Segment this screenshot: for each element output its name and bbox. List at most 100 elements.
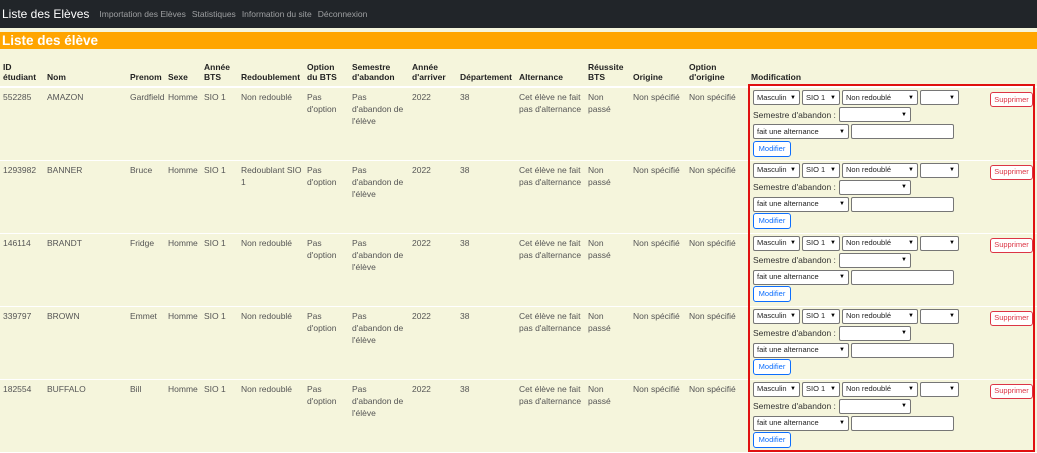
sexe-select[interactable]: Masculin ▼ [753,308,800,324]
sexe-select[interactable]: Masculin ▼ [753,235,800,251]
alternance-select[interactable]: fait une alternance ▼ [753,269,849,285]
redoublement-select[interactable]: Non redoublé ▼ [842,162,918,178]
navbar-brand[interactable]: Liste des Elèves [2,7,89,21]
alternance-select[interactable]: fait une alternance ▼ [753,342,849,358]
supprimer-button[interactable]: Supprimer [990,310,1033,326]
annee-select[interactable]: SIO 1 ▼ [802,90,840,105]
table-header-row: ID étudiant Nom Prenom Sexe Année BTS Re… [0,51,1037,88]
cell-semestre-abandon: Pas d'abandon de l'élève [349,379,409,453]
cell-option-origine: Non spécifié [686,160,748,234]
option-select[interactable]: ▼ [920,381,959,397]
header-nom: Nom [44,51,127,88]
chevron-down-icon: ▼ [790,386,796,392]
cell-annee-arriver: 2022 [409,233,457,307]
header-departement: Département [457,51,516,88]
alternance-input[interactable] [851,269,954,285]
header-id: ID étudiant [0,51,44,88]
semestre-abandon-select[interactable]: ▼ [838,398,911,414]
sexe-select[interactable]: Masculin ▼ [753,90,800,105]
modifier-button[interactable]: Modifier [753,286,791,302]
redoublement-select[interactable]: Non redoublé ▼ [842,381,918,397]
page-title: Liste des élève [0,32,1037,49]
cell-option-origine: Non spécifié [686,379,748,453]
modifier-button[interactable]: Modifier [753,140,791,157]
annee-select[interactable]: SIO 1 ▼ [802,162,840,178]
modification-form: Masculin ▼ SIO 1 ▼ Non redoublé ▼ ▼ Semestr… [753,235,987,302]
alternance-select[interactable]: fait une alternance ▼ [753,196,849,212]
cell-alternance: Cet élève ne fait pas d'alternance [516,379,585,453]
supprimer-button[interactable]: Supprimer [990,237,1033,253]
chevron-down-icon: ▼ [900,403,907,409]
cell-departement: 38 [457,233,516,307]
alternance-input[interactable] [851,415,954,431]
cell-modification: Masculin ▼ SIO 1 ▼ Non redoublé ▼ ▼ Semestr… [748,87,987,161]
semestre-abandon-label: Semestre d'abandon : [753,401,836,411]
cell-modification: Masculin ▼ SIO 1 ▼ Non redoublé ▼ ▼ Semestr… [748,306,987,380]
sexe-select[interactable]: Masculin ▼ [753,162,800,178]
annee-select[interactable]: SIO 1 ▼ [802,235,840,251]
chevron-down-icon: ▼ [908,386,914,392]
supprimer-button[interactable]: Supprimer [990,92,1033,107]
chevron-down-icon: ▼ [908,167,914,173]
cell-id: 552285 [0,87,44,161]
redoublement-select[interactable]: Non redoublé ▼ [842,90,918,105]
cell-origine: Non spécifié [630,160,686,234]
semestre-abandon-select[interactable]: ▼ [838,179,911,195]
nav-link-importation[interactable]: Importation des Elèves [99,9,185,19]
cell-option-origine: Non spécifié [686,306,748,380]
redoublement-select[interactable]: Non redoublé ▼ [842,308,918,324]
redoublement-select[interactable]: Non redoublé ▼ [842,235,918,251]
option-select[interactable]: ▼ [920,235,959,251]
cell-option-bts: Pas d'option [304,160,349,234]
cell-annee-bts: SIO 1 [201,233,238,307]
cell-alternance: Cet élève ne fait pas d'alternance [516,233,585,307]
sexe-select[interactable]: Masculin ▼ [753,381,800,397]
option-select[interactable]: ▼ [920,90,959,105]
nav-link-deconnexion[interactable]: Déconnexion [318,9,368,19]
navbar: Liste des Elèves Importation des Elèves … [0,0,1037,28]
chevron-down-icon: ▼ [949,386,955,392]
cell-prenom: Bill [127,379,165,453]
alternance-select[interactable]: fait une alternance ▼ [753,415,849,431]
cell-prenom: Bruce [127,160,165,234]
cell-sexe: Homme [165,306,201,380]
cell-id: 146114 [0,233,44,307]
cell-reussite-bts: Non passé [585,379,630,453]
nav-link-information[interactable]: Information du site [242,9,312,19]
option-select[interactable]: ▼ [920,308,959,324]
modifier-button[interactable]: Modifier [753,359,791,375]
semestre-abandon-label: Semestre d'abandon : [753,182,836,192]
cell-sexe: Homme [165,233,201,307]
chevron-down-icon: ▼ [839,128,845,135]
alternance-input[interactable] [851,124,954,139]
chevron-down-icon: ▼ [830,386,836,392]
option-select[interactable]: ▼ [920,162,959,178]
cell-departement: 38 [457,87,516,161]
alternance-input[interactable] [851,342,954,358]
modification-form: Masculin ▼ SIO 1 ▼ Non redoublé ▼ ▼ Semestr… [753,90,987,157]
cell-departement: 38 [457,379,516,453]
alternance-input[interactable] [851,196,954,212]
semestre-abandon-select[interactable]: ▼ [838,325,911,341]
supprimer-button[interactable]: Supprimer [990,164,1033,180]
semestre-abandon-select[interactable]: ▼ [838,252,911,268]
modifier-button[interactable]: Modifier [753,213,791,229]
cell-annee-bts: SIO 1 [201,87,238,161]
annee-select[interactable]: SIO 1 ▼ [802,308,840,324]
header-annee-arriver: Année d'arriver [409,51,457,88]
cell-actions: Supprimer [987,379,1037,453]
annee-select[interactable]: SIO 1 ▼ [802,381,840,397]
modification-form: Masculin ▼ SIO 1 ▼ Non redoublé ▼ ▼ Semestr… [753,308,987,375]
semestre-abandon-select[interactable]: ▼ [838,107,911,122]
cell-actions: Supprimer [987,233,1037,307]
modifier-button[interactable]: Modifier [753,432,791,448]
header-option-bts: Option du BTS [304,51,349,88]
cell-nom: BROWN [44,306,127,380]
supprimer-button[interactable]: Supprimer [990,383,1033,399]
cell-redoublement: Non redoublé [238,379,304,453]
nav-link-statistiques[interactable]: Statistiques [192,9,236,19]
alternance-select[interactable]: fait une alternance ▼ [753,124,849,139]
students-table: ID étudiant Nom Prenom Sexe Année BTS Re… [0,51,1037,453]
cell-nom: BANNER [44,160,127,234]
cell-modification: Masculin ▼ SIO 1 ▼ Non redoublé ▼ ▼ Semestr… [748,160,987,234]
